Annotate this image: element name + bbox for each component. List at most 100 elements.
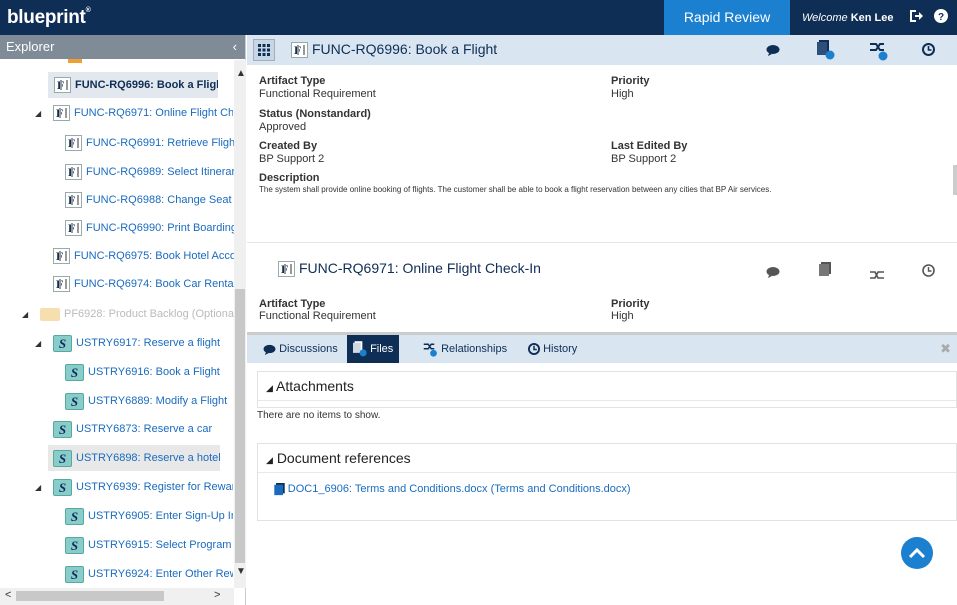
last-edited-label: Last Edited By xyxy=(611,140,688,152)
tree-item-ustry6898[interactable]: S USTRY6898: Reserve a hotel xyxy=(48,445,220,471)
tab-history[interactable]: History xyxy=(528,335,577,363)
tree-item-ustry6873[interactable]: S USTRY6873: Reserve a car xyxy=(53,416,233,442)
help-icon[interactable]: ? xyxy=(934,9,950,25)
status-value: Approved xyxy=(259,121,307,133)
tree-item-pf6928[interactable]: PF6928: Product Backlog (Optional: xyxy=(40,301,235,327)
utility-tabs: Discussions Files Relationships History … xyxy=(247,335,957,363)
tree-item-ustry6905[interactable]: S USTRY6905: Enter Sign-Up Info xyxy=(65,503,233,529)
tree-item-ustry6889[interactable]: S USTRY6889: Modify a Flight xyxy=(65,388,233,414)
history-icon[interactable] xyxy=(922,264,935,280)
attachments-header[interactable]: ◢ Attachments xyxy=(258,372,956,401)
tab-discussions[interactable]: Discussions xyxy=(263,335,338,363)
discussion-icon[interactable] xyxy=(766,265,780,281)
tab-files[interactable]: Files xyxy=(347,335,400,363)
tree-item-func-rq6989[interactable]: F FUNC-RQ6989: Select Itinerary xyxy=(65,159,235,185)
artifact-type-value-2: Functional Requirement xyxy=(259,310,376,322)
tree-item-func-rq6996[interactable]: F FUNC-RQ6996: Book a Flight xyxy=(48,72,218,98)
tree-item-func-rq6974[interactable]: F FUNC-RQ6974: Book Car Rental I xyxy=(53,271,235,297)
close-panel-icon[interactable]: ✖ xyxy=(940,341,951,357)
explorer-title: Explorer xyxy=(6,39,55,54)
discussion-icon xyxy=(263,344,276,355)
scroll-left-icon[interactable]: < xyxy=(5,589,11,601)
collapse-triangle-icon: ◢ xyxy=(266,383,273,393)
created-by-label: Created By xyxy=(259,140,318,152)
tree-item-func-rq6975[interactable]: F FUNC-RQ6975: Book Hotel Accon xyxy=(53,243,235,269)
expand-triangle-icon[interactable]: ◢ xyxy=(35,483,41,492)
expand-triangle-icon[interactable]: ◢ xyxy=(35,109,41,118)
user-story-icon: S xyxy=(53,449,72,467)
expand-triangle-icon[interactable]: ◢ xyxy=(35,339,41,348)
rapid-review-button[interactable]: Rapid Review xyxy=(664,0,790,35)
functional-requirement-icon: F xyxy=(278,261,295,278)
scroll-down-icon[interactable]: ▼ xyxy=(236,566,246,577)
artifact-type-value: Functional Requirement xyxy=(259,88,376,100)
functional-requirement-icon: F xyxy=(53,276,70,293)
folder-icon xyxy=(40,307,60,321)
utility-panel: Discussions Files Relationships History … xyxy=(247,332,957,605)
user-story-icon: S xyxy=(53,420,72,438)
collapse-explorer-icon[interactable]: ‹ xyxy=(233,35,237,59)
tree-item-func-rq6988[interactable]: F FUNC-RQ6988: Change Seat A xyxy=(65,187,235,213)
attachments-section: ◢ Attachments xyxy=(257,371,957,408)
svg-text:?: ? xyxy=(938,12,944,23)
description-label: Description xyxy=(259,172,320,184)
document-reference-link[interactable]: DOC1_6906: Terms and Conditions.docx (Te… xyxy=(288,483,631,495)
relationships-icon[interactable] xyxy=(870,267,884,283)
artifact-title-2: F FUNC-RQ6971: Online Flight Check-In xyxy=(278,260,541,278)
tree-item-ustry6916[interactable]: S USTRY6916: Book a Flight xyxy=(65,359,233,385)
user-story-icon: S xyxy=(53,334,72,352)
last-edited-value: BP Support 2 xyxy=(611,153,677,165)
description-value: The system shall provide online booking … xyxy=(259,185,772,194)
welcome-user[interactable]: Welcome Ken Lee xyxy=(802,12,894,24)
tab-relationships[interactable]: Relationships xyxy=(423,335,507,363)
artifact-title: F FUNC-RQ6996: Book a Flight xyxy=(291,41,497,59)
priority-value: High xyxy=(611,88,634,100)
grid-menu-button[interactable] xyxy=(253,39,275,61)
history-icon[interactable] xyxy=(922,43,935,59)
tree-item-ustry6915[interactable]: S USTRY6915: Select Program P xyxy=(65,532,233,558)
priority-label-2: Priority xyxy=(611,298,650,310)
logout-icon[interactable] xyxy=(909,9,925,25)
chevron-up-icon xyxy=(908,547,926,559)
discussion-icon[interactable] xyxy=(766,43,780,59)
tree-item-ustry6924[interactable]: S USTRY6924: Enter Other Rewa xyxy=(65,561,233,587)
explorer-vertical-scroll-thumb[interactable] xyxy=(235,289,245,563)
tree-item-func-rq6971[interactable]: F FUNC-RQ6971: Online Flight Che xyxy=(53,100,233,126)
history-icon xyxy=(528,343,540,356)
user-story-icon: S xyxy=(65,507,84,525)
explorer-header: Explorer ‹ xyxy=(0,35,245,59)
files-icon[interactable] xyxy=(817,40,835,63)
priority-label: Priority xyxy=(611,75,650,87)
document-references-section: ◢ Document references DOC1_6906: Terms a… xyxy=(257,443,957,521)
files-icon[interactable] xyxy=(819,262,831,280)
tree-item-ustry6939[interactable]: S USTRY6939: Register for Reward xyxy=(53,474,233,500)
folder-stub-icon xyxy=(68,59,82,63)
document-reference-row: DOC1_6906: Terms and Conditions.docx (Te… xyxy=(258,473,956,496)
scroll-right-icon[interactable]: > xyxy=(214,589,220,601)
functional-requirement-icon: F xyxy=(65,164,82,181)
main-scroll-thumb[interactable] xyxy=(953,165,957,195)
top-bar: blueprint® Rapid Review Welcome Ken Lee … xyxy=(0,0,957,35)
artifact-separator xyxy=(247,242,957,243)
priority-value-2: High xyxy=(611,310,634,322)
collapse-triangle-icon: ◢ xyxy=(266,455,273,465)
functional-requirement-icon: F xyxy=(65,220,82,237)
tree-item-func-rq6990[interactable]: F FUNC-RQ6990: Print Boarding xyxy=(65,215,235,241)
document-references-header[interactable]: ◢ Document references xyxy=(258,444,956,473)
attachments-empty-text: There are no items to show. xyxy=(257,410,381,421)
functional-requirement-icon: F xyxy=(291,42,308,59)
tree-item-ustry6917[interactable]: S USTRY6917: Reserve a flight xyxy=(53,330,233,356)
scroll-up-icon[interactable]: ▲ xyxy=(236,68,246,79)
user-story-icon: S xyxy=(65,536,84,554)
tree-item-func-rq6991[interactable]: F FUNC-RQ6991: Retrieve Flight xyxy=(65,130,235,156)
status-label: Status (Nonstandard) xyxy=(259,108,371,120)
created-by-value: BP Support 2 xyxy=(259,153,325,165)
scroll-to-top-button[interactable] xyxy=(901,537,933,569)
explorer-horizontal-scroll-thumb[interactable] xyxy=(16,591,164,601)
blueprint-logo[interactable]: blueprint® xyxy=(7,7,91,29)
artifact-main-panel: F FUNC-RQ6996: Book a Flight Artifact Typ… xyxy=(247,35,957,605)
user-story-icon: S xyxy=(65,363,84,381)
relationships-icon[interactable] xyxy=(870,41,888,64)
expand-triangle-icon[interactable]: ◢ xyxy=(22,310,28,319)
user-story-icon: S xyxy=(65,565,84,583)
